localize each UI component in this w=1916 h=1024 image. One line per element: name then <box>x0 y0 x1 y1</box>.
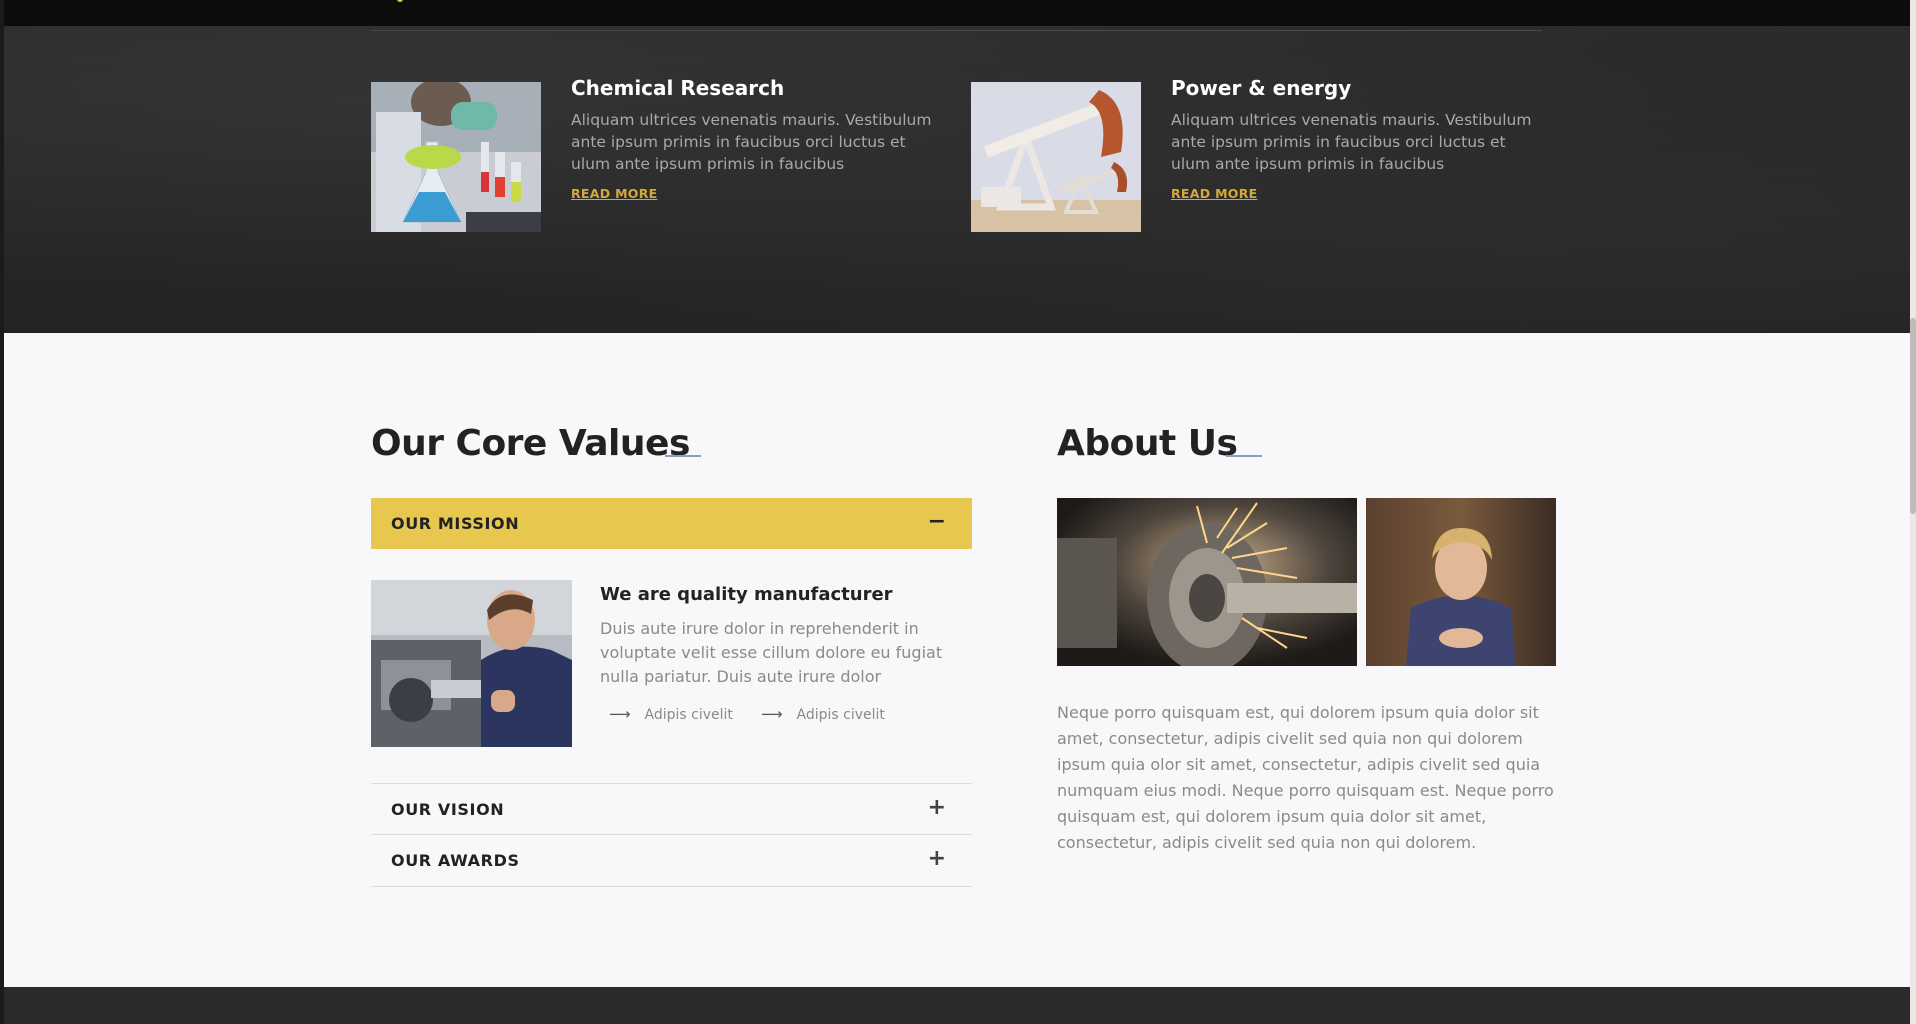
bullet-text: Adipis civelit <box>644 707 733 723</box>
about-description: Neque porro quisquam est, qui dolorem ip… <box>1057 703 1554 852</box>
mission-description: Duis aute irure dolor in reprehenderit i… <box>600 619 943 686</box>
lathe-sparks-photo <box>1057 498 1357 666</box>
machinist-photo <box>371 580 572 747</box>
accordion-label: OUR VISION <box>391 800 505 819</box>
tab-our-vision[interactable]: OUR VISION + <box>371 783 972 835</box>
service-description: Aliquam ultrices venenatis mauris. Vesti… <box>571 111 932 173</box>
mission-bullet: ⟶ Adipis civelit <box>761 705 885 723</box>
header-bar <box>0 0 1916 26</box>
read-more-link[interactable]: READ MORE <box>571 186 658 201</box>
read-more-link[interactable]: READ MORE <box>1171 186 1258 201</box>
core-values-heading: Our Core Values <box>371 423 690 464</box>
mission-title: We are quality manufacturer <box>600 584 893 605</box>
tab-our-awards[interactable]: OUR AWARDS + <box>371 834 972 886</box>
service-chemical-research: Chemical Research Aliquam ultrices venen… <box>371 76 931 232</box>
heading-underline <box>665 455 701 457</box>
plus-icon[interactable]: + <box>928 846 946 871</box>
footer <box>0 987 1916 1024</box>
service-description: Aliquam ultrices venenatis mauris. Vesti… <box>1171 111 1532 173</box>
services-section: Chemical Research Aliquam ultrices venen… <box>0 0 1916 333</box>
heading-underline <box>1226 455 1262 457</box>
accordion-bottom-border <box>371 886 972 887</box>
accordion-label: OUR MISSION <box>391 514 520 533</box>
oil-pump-photo <box>971 82 1141 232</box>
service-title: Chemical Research <box>571 76 785 100</box>
arrow-right-icon: ⟶ <box>761 705 783 723</box>
minus-icon[interactable]: − <box>928 509 946 534</box>
bullet-text: Adipis civelit <box>796 707 885 723</box>
chemistry-lab-photo <box>371 82 541 232</box>
scrollbar-thumb[interactable] <box>1910 318 1916 514</box>
divider <box>371 30 1542 31</box>
accordion-label: OUR AWARDS <box>391 851 520 870</box>
arrow-right-icon: ⟶ <box>609 705 631 723</box>
plus-icon[interactable]: + <box>928 795 946 820</box>
service-title: Power & energy <box>1171 76 1352 100</box>
tab-our-mission[interactable]: OUR MISSION − <box>371 498 972 549</box>
page-left-edge <box>0 0 4 1024</box>
logo-fragment <box>397 0 403 2</box>
worker-portrait-photo <box>1366 498 1556 666</box>
about-heading: About Us <box>1057 423 1238 464</box>
service-power-energy: Power & energy Aliquam ultrices venenati… <box>971 76 1531 232</box>
mission-bullet: ⟶ Adipis civelit <box>609 705 733 723</box>
